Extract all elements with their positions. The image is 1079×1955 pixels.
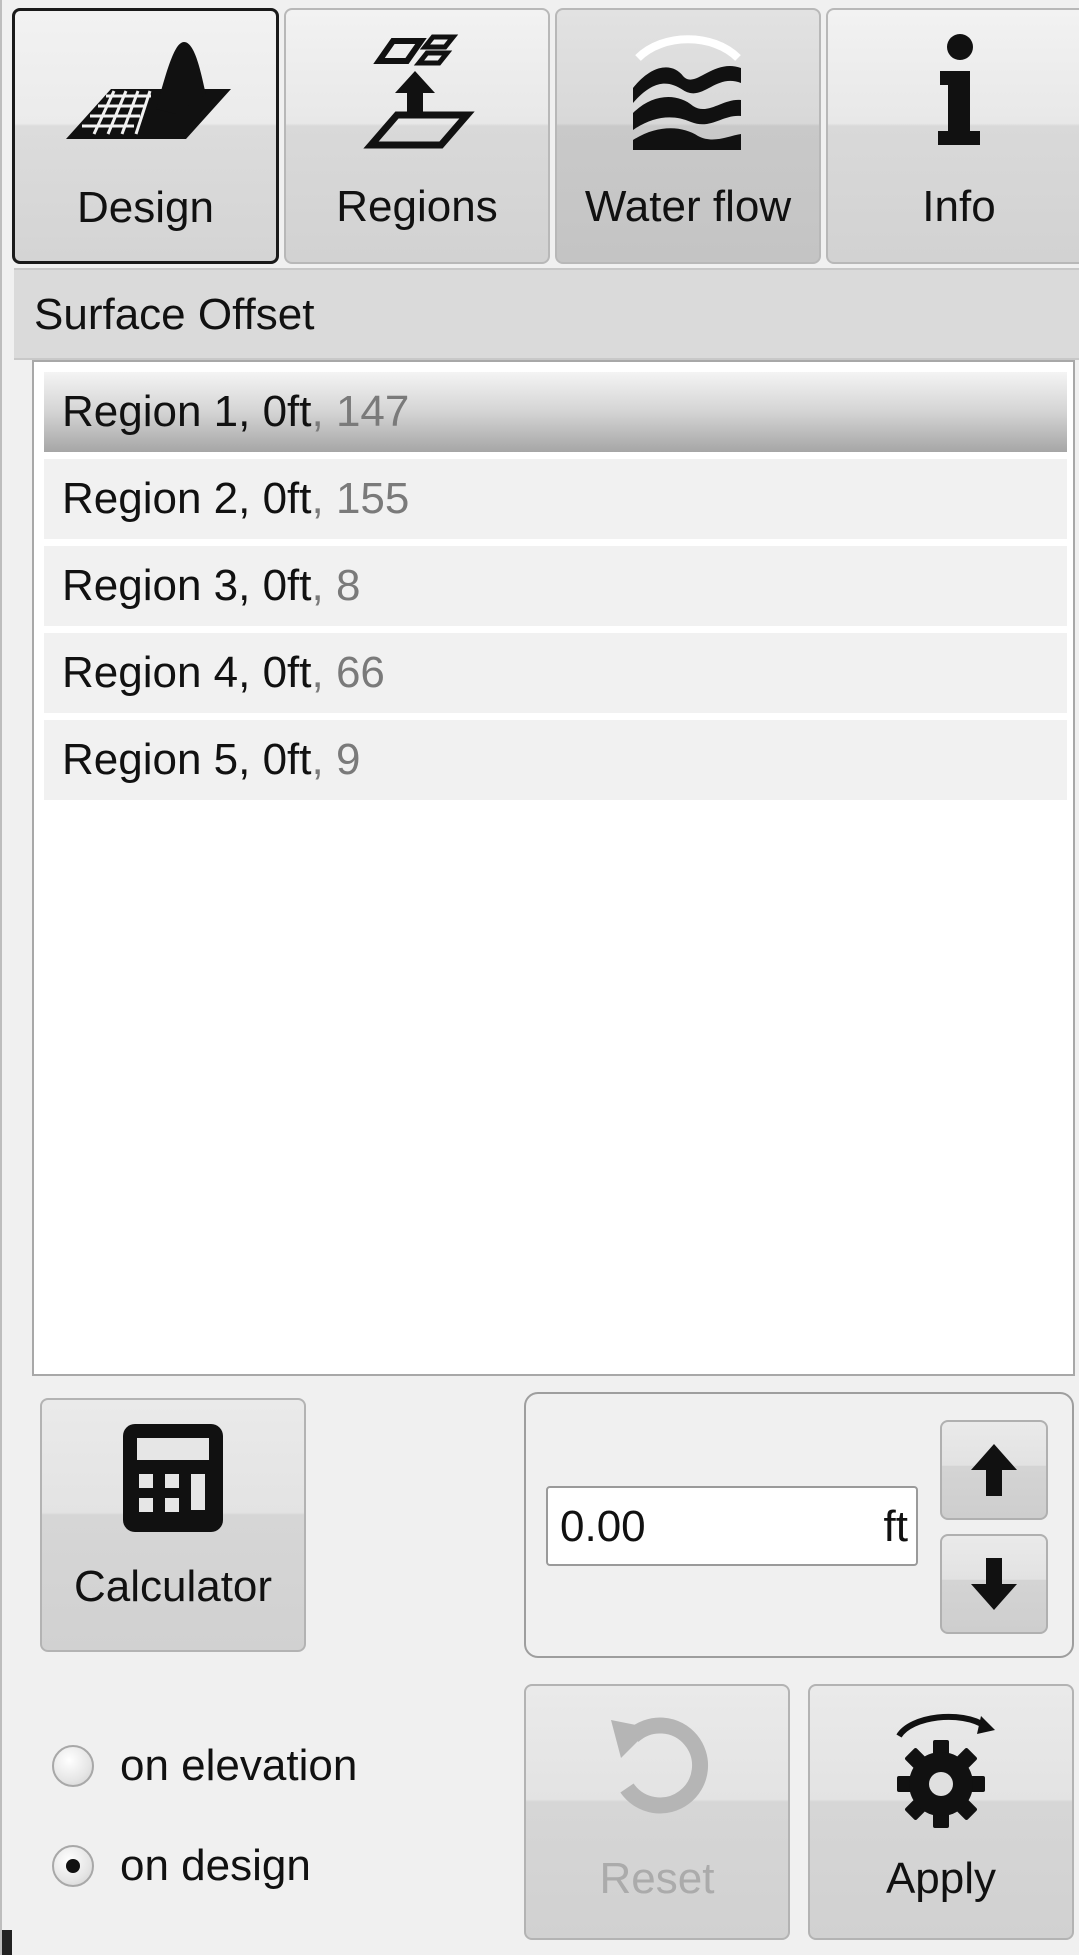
reset-button[interactable]: Reset bbox=[524, 1684, 790, 1940]
list-item[interactable]: Region 3, 0ft, 8 bbox=[44, 546, 1067, 626]
arrow-down-icon bbox=[971, 1558, 1017, 1610]
list-item[interactable]: Region 4, 0ft, 66 bbox=[44, 633, 1067, 713]
apply-button[interactable]: Apply bbox=[808, 1684, 1074, 1940]
list-item[interactable]: Region 2, 0ft, 155 bbox=[44, 459, 1067, 539]
radio-on-elevation[interactable]: on elevation bbox=[52, 1736, 357, 1796]
gear-rotate-icon bbox=[810, 1706, 1072, 1830]
design-surface-icon bbox=[15, 29, 276, 159]
region-count: , 8 bbox=[311, 561, 361, 610]
regions-icon bbox=[286, 28, 548, 158]
region-label: Region 4, 0ft bbox=[62, 648, 312, 697]
region-count: , 147 bbox=[311, 387, 410, 436]
section-header: Surface Offset bbox=[14, 268, 1079, 360]
arrow-up-icon bbox=[971, 1444, 1017, 1496]
info-icon bbox=[828, 28, 1079, 158]
region-list[interactable]: Region 1, 0ft, 147 Region 2, 0ft, 155 Re… bbox=[32, 360, 1075, 1376]
tab-info[interactable]: Info bbox=[826, 8, 1079, 264]
offset-unit: ft bbox=[883, 1502, 908, 1551]
tab-water-flow-label: Water flow bbox=[584, 182, 792, 231]
tab-water-flow[interactable]: Water flow bbox=[555, 8, 821, 264]
offset-up-button[interactable] bbox=[940, 1420, 1048, 1520]
tab-design-label: Design bbox=[77, 183, 214, 232]
apply-label: Apply bbox=[885, 1854, 997, 1903]
offset-group: 0.00 ft bbox=[524, 1392, 1074, 1658]
radio-button-selected[interactable] bbox=[52, 1845, 94, 1887]
radio-selected-dot bbox=[66, 1859, 80, 1873]
tab-regions-label: Regions bbox=[336, 182, 498, 231]
calculator-label: Calculator bbox=[73, 1562, 273, 1611]
radio-button[interactable] bbox=[52, 1745, 94, 1787]
tab-design[interactable]: Design bbox=[12, 8, 279, 264]
radio-on-design[interactable]: on design bbox=[52, 1836, 311, 1896]
region-count: , 66 bbox=[311, 648, 385, 697]
region-label: Region 2, 0ft bbox=[62, 474, 312, 523]
tab-regions[interactable]: Regions bbox=[284, 8, 550, 264]
region-label: Region 3, 0ft bbox=[62, 561, 312, 610]
region-count: , 155 bbox=[311, 474, 410, 523]
reset-label: Reset bbox=[599, 1854, 715, 1903]
region-label: Region 1, 0ft bbox=[62, 387, 312, 436]
undo-icon bbox=[526, 1706, 788, 1826]
radio-label: on elevation bbox=[120, 1741, 358, 1790]
calculator-button[interactable]: Calculator bbox=[40, 1398, 306, 1652]
offset-down-button[interactable] bbox=[940, 1534, 1048, 1634]
surface-offset-panel: Design Regions Water flow Info Surface O… bbox=[0, 0, 1079, 1955]
offset-input[interactable]: 0.00 ft bbox=[546, 1486, 918, 1566]
region-count: , 9 bbox=[311, 735, 361, 784]
region-label: Region 5, 0ft bbox=[62, 735, 312, 784]
window-edge-mark bbox=[2, 1930, 12, 1955]
list-item[interactable]: Region 5, 0ft, 9 bbox=[44, 720, 1067, 800]
calculator-icon bbox=[42, 1422, 304, 1534]
list-item[interactable]: Region 1, 0ft, 147 bbox=[44, 372, 1067, 452]
water-flow-icon bbox=[557, 28, 819, 158]
tab-info-label: Info bbox=[922, 182, 996, 231]
radio-label: on design bbox=[120, 1841, 311, 1890]
section-title: Surface Offset bbox=[34, 290, 315, 339]
tab-bar: Design Regions Water flow Info bbox=[12, 8, 1079, 264]
offset-value: 0.00 bbox=[560, 1502, 646, 1551]
